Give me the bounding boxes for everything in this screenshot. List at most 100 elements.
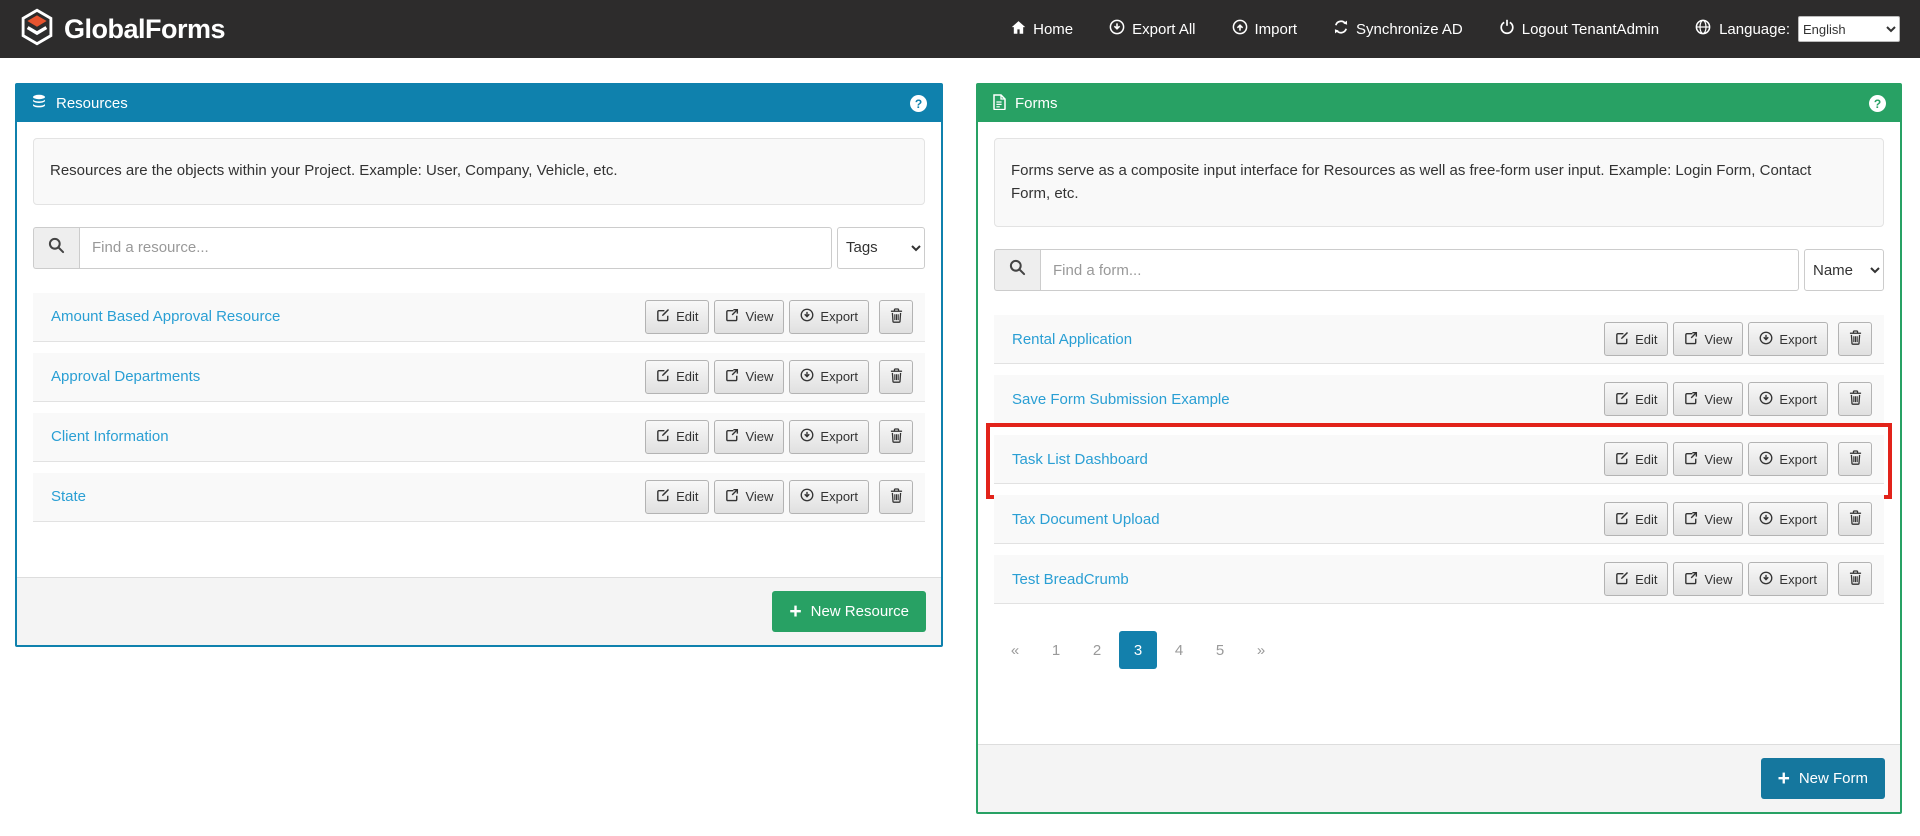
form-row: Rental Application Edit View Export bbox=[994, 315, 1884, 364]
export-icon bbox=[1759, 451, 1773, 468]
export-icon bbox=[1759, 571, 1773, 588]
trash-icon bbox=[1849, 570, 1862, 588]
resource-link[interactable]: State bbox=[51, 488, 86, 505]
form-link[interactable]: Rental Application bbox=[1012, 331, 1132, 348]
form-row-actions: Edit View Export bbox=[1604, 502, 1872, 536]
form-filter-select[interactable]: Name bbox=[1804, 249, 1884, 291]
resource-link[interactable]: Amount Based Approval Resource bbox=[51, 308, 280, 325]
delete-button[interactable] bbox=[879, 420, 913, 454]
resources-panel-heading: Resources ? bbox=[17, 85, 941, 122]
new-resource-button[interactable]: + New Resource bbox=[772, 591, 926, 632]
export-button[interactable]: Export bbox=[789, 360, 869, 394]
view-button[interactable]: View bbox=[1673, 382, 1743, 416]
delete-button[interactable] bbox=[1838, 382, 1872, 416]
delete-button[interactable] bbox=[1838, 562, 1872, 596]
resource-link[interactable]: Approval Departments bbox=[51, 368, 200, 385]
trash-icon bbox=[890, 428, 903, 446]
nav-item-export-all[interactable]: Export All bbox=[1109, 19, 1195, 39]
view-button[interactable]: View bbox=[1673, 442, 1743, 476]
form-link[interactable]: Tax Document Upload bbox=[1012, 511, 1160, 528]
export-icon bbox=[800, 488, 814, 505]
edit-icon bbox=[1615, 331, 1629, 348]
edit-button[interactable]: Edit bbox=[1604, 322, 1668, 356]
forms-panel-footer: + New Form bbox=[978, 744, 1900, 812]
resource-list: Amount Based Approval Resource Edit View… bbox=[33, 293, 925, 522]
export-icon bbox=[1759, 331, 1773, 348]
trash-icon bbox=[890, 308, 903, 326]
form-row: Save Form Submission Example Edit View E… bbox=[994, 375, 1884, 424]
pagination-prev[interactable]: « bbox=[996, 631, 1034, 669]
delete-button[interactable] bbox=[879, 300, 913, 334]
resource-link[interactable]: Client Information bbox=[51, 428, 169, 445]
view-icon bbox=[1684, 331, 1698, 348]
globalforms-logo-icon bbox=[20, 8, 54, 51]
resource-row-actions: Edit View Export bbox=[645, 300, 913, 334]
main-nav: Home Export All Import Synchronize AD Lo… bbox=[1011, 16, 1900, 42]
nav-item-home[interactable]: Home bbox=[1011, 20, 1073, 39]
edit-icon bbox=[1615, 391, 1629, 408]
edit-button[interactable]: Edit bbox=[1604, 382, 1668, 416]
export-button[interactable]: Export bbox=[1748, 322, 1828, 356]
view-button[interactable]: View bbox=[1673, 322, 1743, 356]
delete-button[interactable] bbox=[1838, 322, 1872, 356]
export-button[interactable]: Export bbox=[1748, 382, 1828, 416]
brand: GlobalForms bbox=[20, 8, 225, 51]
view-button[interactable]: View bbox=[1673, 562, 1743, 596]
nav-item-logout[interactable]: Logout TenantAdmin bbox=[1499, 19, 1659, 39]
form-link[interactable]: Save Form Submission Example bbox=[1012, 391, 1230, 408]
document-icon bbox=[992, 94, 1006, 114]
language-select[interactable]: English bbox=[1798, 16, 1900, 42]
pagination-page-5[interactable]: 5 bbox=[1201, 631, 1239, 669]
edit-button[interactable]: Edit bbox=[645, 360, 709, 394]
delete-button[interactable] bbox=[879, 480, 913, 514]
export-button[interactable]: Export bbox=[789, 420, 869, 454]
view-icon bbox=[1684, 511, 1698, 528]
pagination-next[interactable]: » bbox=[1242, 631, 1280, 669]
edit-button[interactable]: Edit bbox=[1604, 442, 1668, 476]
delete-button[interactable] bbox=[879, 360, 913, 394]
export-icon bbox=[1759, 511, 1773, 528]
forms-panel-title: Forms bbox=[1015, 95, 1058, 112]
edit-button[interactable]: Edit bbox=[1604, 502, 1668, 536]
pagination-page-2[interactable]: 2 bbox=[1078, 631, 1116, 669]
trash-icon bbox=[1849, 450, 1862, 468]
main-content: Resources ? Resources are the objects wi… bbox=[0, 58, 1920, 814]
nav-item-import[interactable]: Import bbox=[1232, 19, 1298, 39]
export-button[interactable]: Export bbox=[1748, 442, 1828, 476]
form-search-input[interactable] bbox=[1040, 249, 1799, 291]
form-link[interactable]: Task List Dashboard bbox=[1012, 451, 1148, 468]
view-button[interactable]: View bbox=[1673, 502, 1743, 536]
resource-search-input[interactable] bbox=[79, 227, 832, 269]
plus-icon: + bbox=[1778, 768, 1790, 789]
export-button[interactable]: Export bbox=[1748, 562, 1828, 596]
resource-filter-select[interactable]: Tags bbox=[837, 227, 925, 269]
edit-button[interactable]: Edit bbox=[1604, 562, 1668, 596]
forms-help-icon[interactable]: ? bbox=[1869, 95, 1886, 112]
form-row: Tax Document Upload Edit View Export bbox=[994, 495, 1884, 544]
view-button[interactable]: View bbox=[714, 360, 784, 394]
delete-button[interactable] bbox=[1838, 502, 1872, 536]
top-navbar: GlobalForms Home Export All Import Synch… bbox=[0, 0, 1920, 58]
form-link[interactable]: Test BreadCrumb bbox=[1012, 571, 1129, 588]
edit-button[interactable]: Edit bbox=[645, 300, 709, 334]
pagination-page-4[interactable]: 4 bbox=[1160, 631, 1198, 669]
resources-panel-title: Resources bbox=[56, 95, 128, 112]
export-button[interactable]: Export bbox=[789, 480, 869, 514]
resources-help-icon[interactable]: ? bbox=[910, 95, 927, 112]
view-button[interactable]: View bbox=[714, 300, 784, 334]
export-icon bbox=[1759, 391, 1773, 408]
edit-button[interactable]: Edit bbox=[645, 420, 709, 454]
export-all-icon bbox=[1109, 19, 1125, 39]
delete-button[interactable] bbox=[1838, 442, 1872, 476]
pagination-page-3[interactable]: 3 bbox=[1119, 631, 1157, 669]
export-button[interactable]: Export bbox=[1748, 502, 1828, 536]
plus-icon: + bbox=[789, 601, 801, 622]
view-button[interactable]: View bbox=[714, 420, 784, 454]
edit-button[interactable]: Edit bbox=[645, 480, 709, 514]
nav-item-synchronize-ad[interactable]: Synchronize AD bbox=[1333, 19, 1463, 39]
view-icon bbox=[725, 308, 739, 325]
pagination-page-1[interactable]: 1 bbox=[1037, 631, 1075, 669]
export-button[interactable]: Export bbox=[789, 300, 869, 334]
view-button[interactable]: View bbox=[714, 480, 784, 514]
new-form-button[interactable]: + New Form bbox=[1761, 758, 1885, 799]
